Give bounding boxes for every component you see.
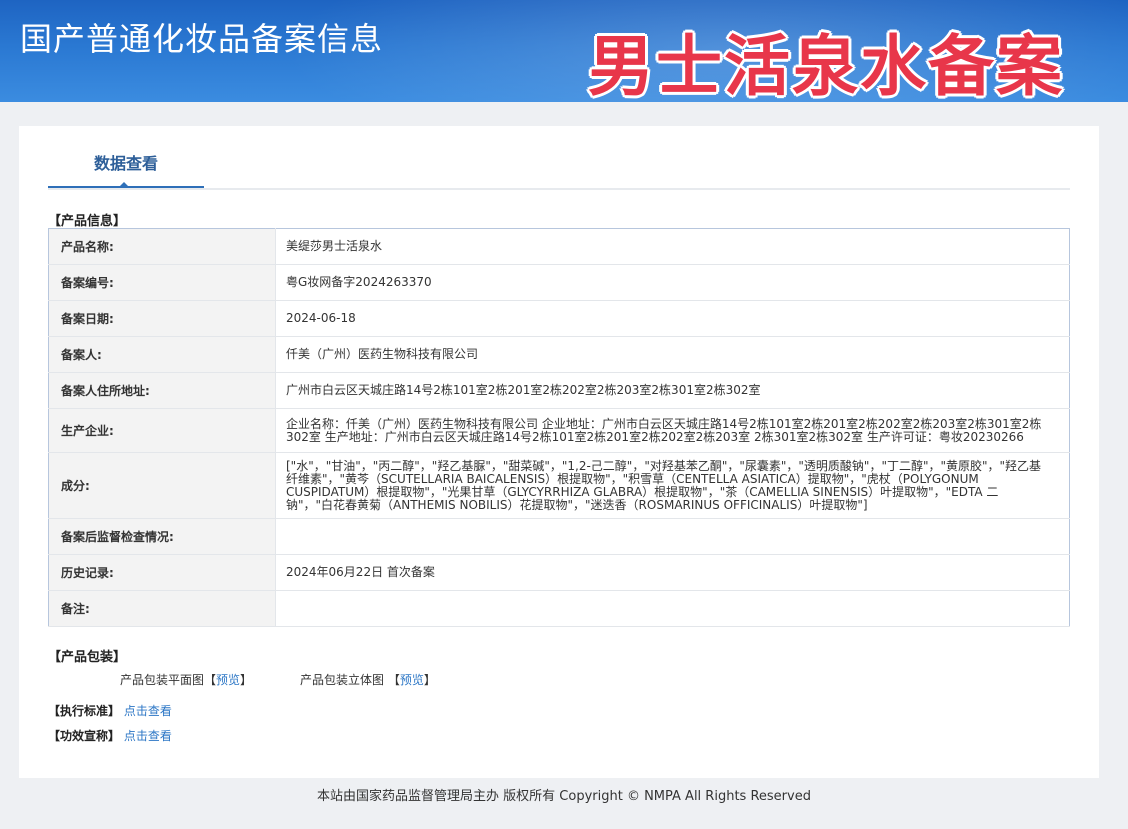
package-flat-image: 产品包装平面图【预览】 — [120, 671, 252, 688]
efficacy-claim: 【功效宣称】 点击查看 — [48, 727, 172, 744]
efficacy-claim-link[interactable]: 点击查看 — [124, 729, 172, 743]
row-label: 备案编号: — [48, 264, 276, 301]
bracket-close: 】 — [240, 673, 253, 687]
solid-preview-link[interactable]: 预览 — [400, 673, 424, 687]
row-label: 产品名称: — [48, 228, 276, 265]
header-banner: 国产普通化妆品备案信息 男士活泉水备案 — [0, 0, 1128, 102]
table-row: 生产企业: 企业名称：仟美（广州）医药生物科技有限公司 企业地址：广州市白云区天… — [48, 408, 1070, 453]
table-row: 备案人: 仟美（广州）医药生物科技有限公司 — [48, 336, 1070, 373]
tab-data-view[interactable]: 数据查看 — [48, 126, 204, 188]
row-label: 历史记录: — [48, 554, 276, 591]
packaging-section-title: 【产品包装】 — [48, 650, 127, 665]
bracket-close: 】 — [423, 673, 436, 687]
row-value: ["水"，"甘油"，"丙二醇"，"羟乙基脲"，"甜菜碱"，"1,2-己二醇"，"… — [275, 452, 1070, 519]
row-label: 备案人: — [48, 336, 276, 373]
table-row: 备注: — [48, 590, 1070, 627]
content-card: 数据查看 【产品信息】 产品名称: 美缇莎男士活泉水 备案编号: 粤G妆网备字2… — [19, 126, 1099, 778]
row-value: 企业名称：仟美（广州）医药生物科技有限公司 企业地址：广州市白云区天城庄路14号… — [275, 408, 1070, 453]
flat-preview-link[interactable]: 预览 — [216, 673, 240, 687]
row-label: 备案后监督检查情况: — [48, 518, 276, 555]
row-value: 广州市白云区天城庄路14号2栋101室2栋201室2栋202室2栋203室2栋3… — [275, 372, 1070, 409]
tab-active-caret-icon — [118, 182, 130, 188]
table-row: 备案编号: 粤G妆网备字2024263370 — [48, 264, 1070, 301]
package-solid-label: 产品包装立体图 — [300, 673, 385, 687]
overlay-title: 男士活泉水备案 — [588, 28, 1064, 102]
row-value: 2024年06月22日 首次备案 — [275, 554, 1070, 591]
table-row: 产品名称: 美缇莎男士活泉水 — [48, 228, 1070, 265]
package-flat-label: 产品包装平面图 — [120, 673, 205, 687]
row-label: 生产企业: — [48, 408, 276, 453]
execution-standard-title: 【执行标准】 — [48, 704, 121, 718]
efficacy-claim-title: 【功效宣称】 — [48, 729, 121, 743]
table-row: 备案后监督检查情况: — [48, 518, 1070, 555]
product-info-table: 产品名称: 美缇莎男士活泉水 备案编号: 粤G妆网备字2024263370 备案… — [48, 228, 1070, 627]
tab-label: 数据查看 — [93, 154, 158, 173]
footer-copyright: 本站由国家药品监督管理局主办 版权所有 Copyright © NMPA All… — [317, 789, 811, 804]
row-value: 美缇莎男士活泉水 — [275, 228, 1070, 265]
row-value — [275, 518, 1070, 555]
table-row: 历史记录: 2024年06月22日 首次备案 — [48, 554, 1070, 591]
row-label: 备案日期: — [48, 300, 276, 337]
table-row: 成分: ["水"，"甘油"，"丙二醇"，"羟乙基脲"，"甜菜碱"，"1,2-己二… — [48, 452, 1070, 519]
row-value: 2024-06-18 — [275, 300, 1070, 337]
row-label: 成分: — [48, 452, 276, 519]
tab-bar: 数据查看 — [48, 126, 1070, 190]
row-label: 备注: — [48, 590, 276, 627]
bracket-open: 【 — [387, 673, 400, 687]
bracket-open: 【 — [204, 673, 217, 687]
table-row: 备案日期: 2024-06-18 — [48, 300, 1070, 337]
site-title: 国产普通化妆品备案信息 — [20, 20, 384, 58]
table-row: 备案人住所地址: 广州市白云区天城庄路14号2栋101室2栋201室2栋202室… — [48, 372, 1070, 409]
row-value: 粤G妆网备字2024263370 — [275, 264, 1070, 301]
execution-standard-link[interactable]: 点击查看 — [124, 704, 172, 718]
product-info-section-title: 【产品信息】 — [48, 214, 127, 229]
package-solid-image: 产品包装立体图 【预览】 — [300, 671, 436, 688]
row-value — [275, 590, 1070, 627]
execution-standard: 【执行标准】 点击查看 — [48, 702, 172, 719]
row-value: 仟美（广州）医药生物科技有限公司 — [275, 336, 1070, 373]
row-label: 备案人住所地址: — [48, 372, 276, 409]
